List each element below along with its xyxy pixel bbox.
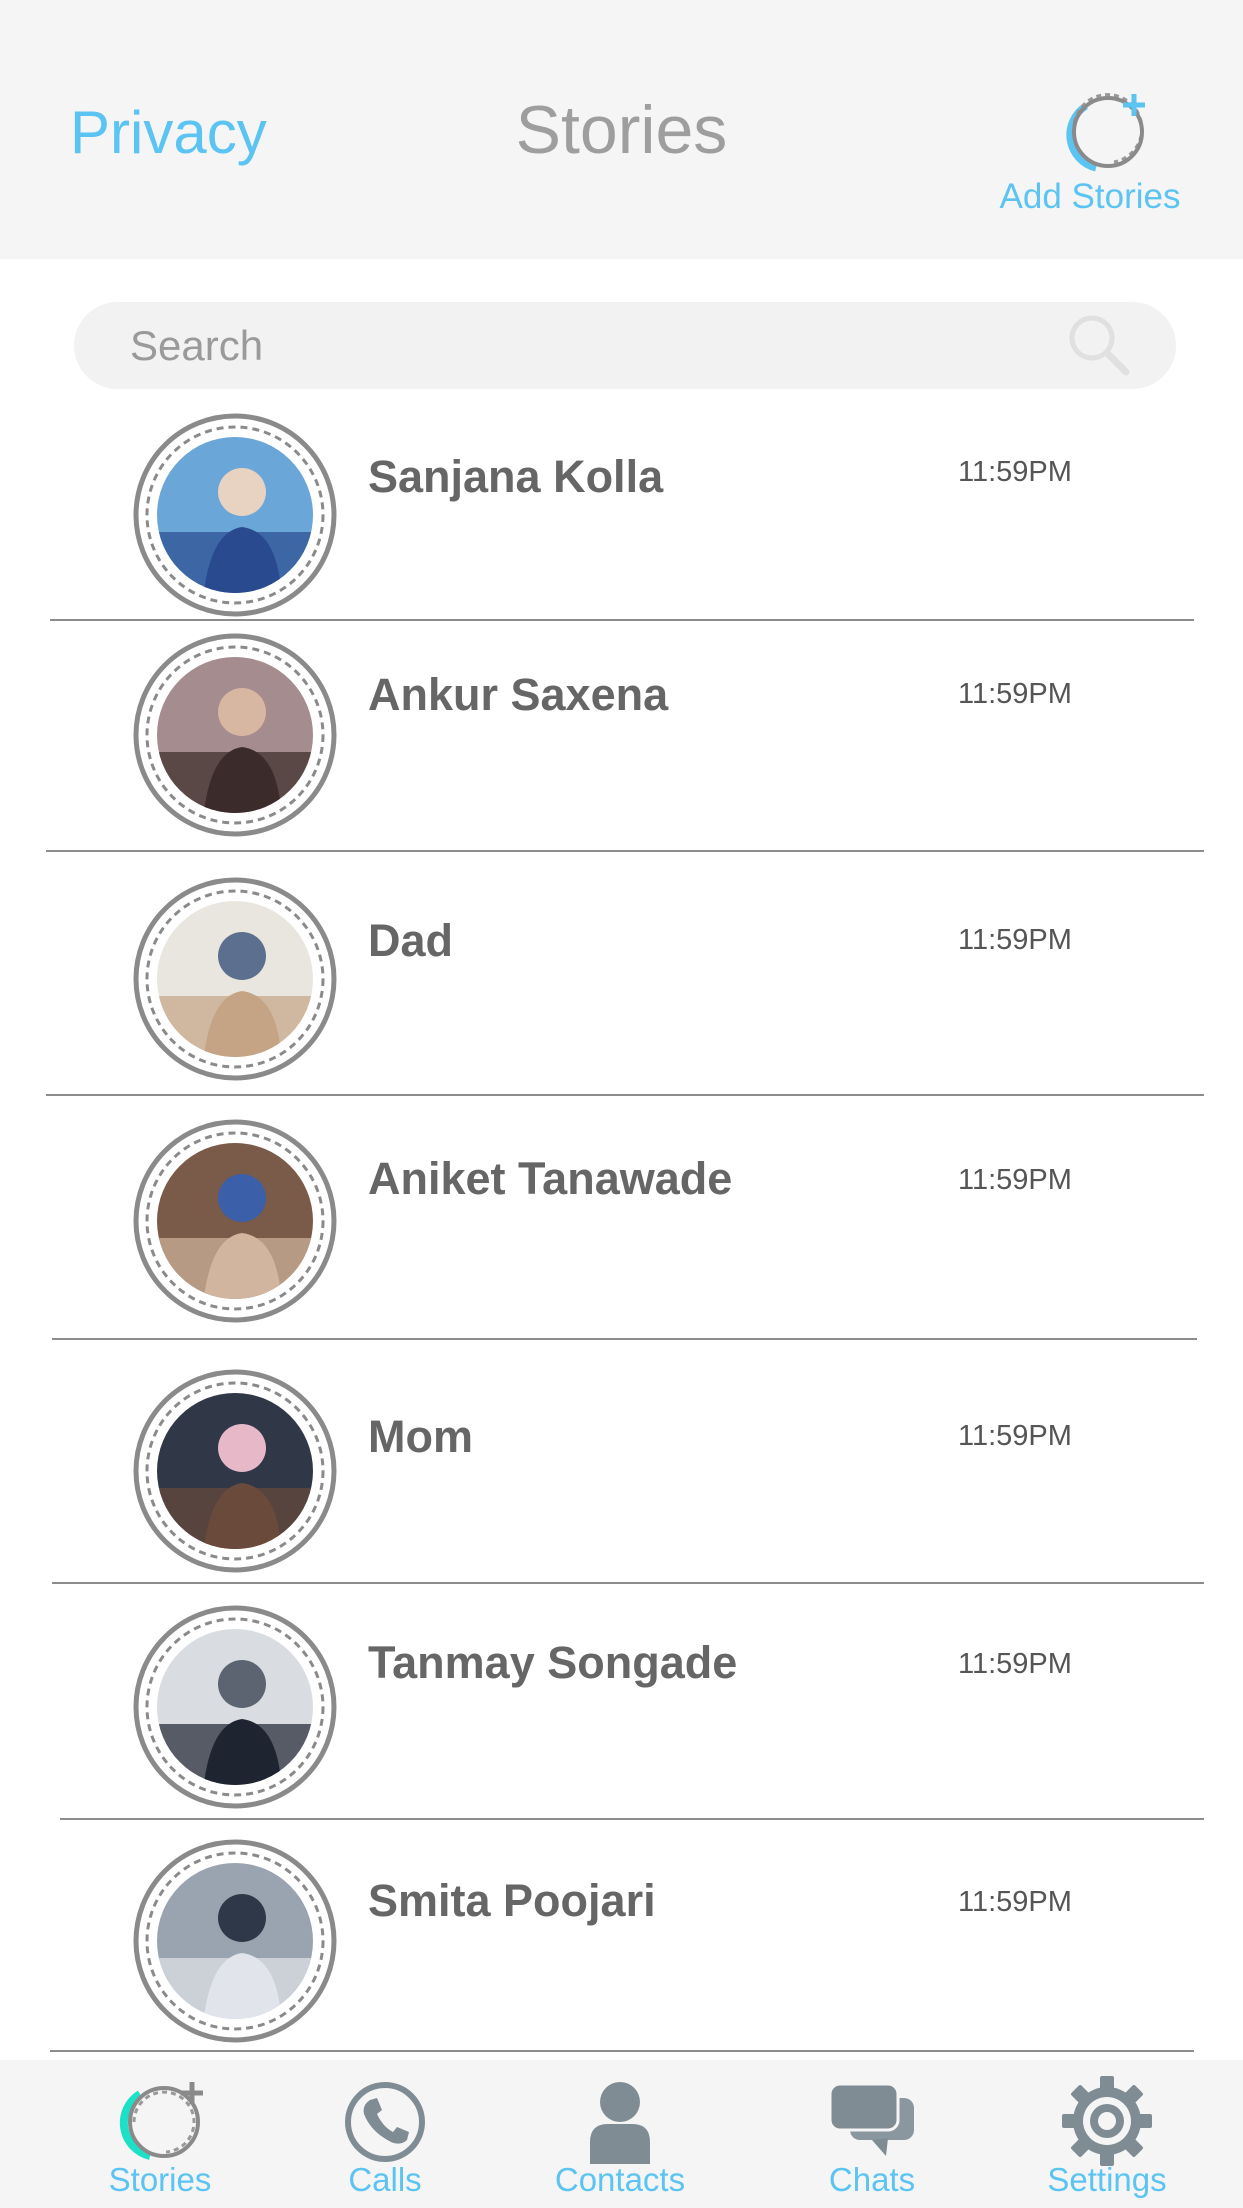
tab-chats[interactable]: Chats [802, 2060, 942, 2208]
contact-name: Tanmay Songade [368, 1637, 738, 1688]
contact-name: Mom [368, 1411, 473, 1462]
story-timestamp: 11:59PM [958, 1164, 1072, 1196]
tab-label: Chats [828, 2161, 916, 2198]
row-divider [46, 1094, 1204, 1096]
story-avatar[interactable] [132, 412, 338, 618]
story-timestamp: 11:59PM [958, 1886, 1072, 1918]
row-divider [60, 1818, 1204, 1820]
stories-icon [119, 2082, 203, 2160]
tab-contacts[interactable]: Contacts [550, 2060, 690, 2208]
contact-name: Ankur Saxena [368, 669, 669, 720]
story-avatar[interactable] [132, 1604, 338, 1810]
tab-label: Contacts [554, 2161, 686, 2198]
tab-label: Settings [1047, 2161, 1167, 2198]
tab-settings[interactable]: Settings [1037, 2060, 1177, 2208]
add-story-icon [1066, 93, 1145, 172]
add-stories-label: Add Stories [999, 177, 1181, 216]
contact-name: Aniket Tanawade [368, 1153, 733, 1204]
story-timestamp: 11:59PM [958, 1420, 1072, 1452]
story-avatar[interactable] [132, 632, 338, 838]
row-divider [46, 850, 1204, 852]
person-icon [590, 2082, 650, 2164]
tab-stories[interactable]: Stories [90, 2060, 230, 2208]
tab-calls[interactable]: Calls [315, 2060, 455, 2208]
contact-name: Dad [368, 915, 454, 966]
row-divider [50, 619, 1194, 621]
tab-label: Calls [348, 2161, 422, 2198]
contact-name: Smita Poojari [368, 1875, 656, 1926]
search-input[interactable] [130, 302, 1030, 389]
story-timestamp: 11:59PM [958, 924, 1072, 956]
tab-bar: Stories Calls Contacts Chats Settings [0, 2060, 1243, 2208]
row-divider [50, 2050, 1194, 2052]
chat-bubbles-icon [828, 2082, 914, 2156]
story-avatar[interactable] [132, 1118, 338, 1324]
search-bar [74, 302, 1176, 389]
row-divider [52, 1582, 1204, 1584]
add-stories-button[interactable]: Add Stories [982, 90, 1198, 220]
story-timestamp: 11:59PM [958, 678, 1072, 710]
phone-icon [345, 2082, 425, 2162]
story-avatar[interactable] [132, 1368, 338, 1574]
search-icon[interactable] [1066, 312, 1132, 378]
gear-icon [1062, 2076, 1152, 2166]
story-timestamp: 11:59PM [958, 456, 1072, 488]
header-bar: Privacy Stories Add Stories [0, 0, 1243, 259]
story-timestamp: 11:59PM [958, 1648, 1072, 1680]
story-avatar[interactable] [132, 1838, 338, 2044]
row-divider [52, 1338, 1197, 1340]
story-avatar[interactable] [132, 876, 338, 1082]
contact-name: Sanjana Kolla [368, 451, 664, 502]
tab-label: Stories [108, 2161, 212, 2198]
